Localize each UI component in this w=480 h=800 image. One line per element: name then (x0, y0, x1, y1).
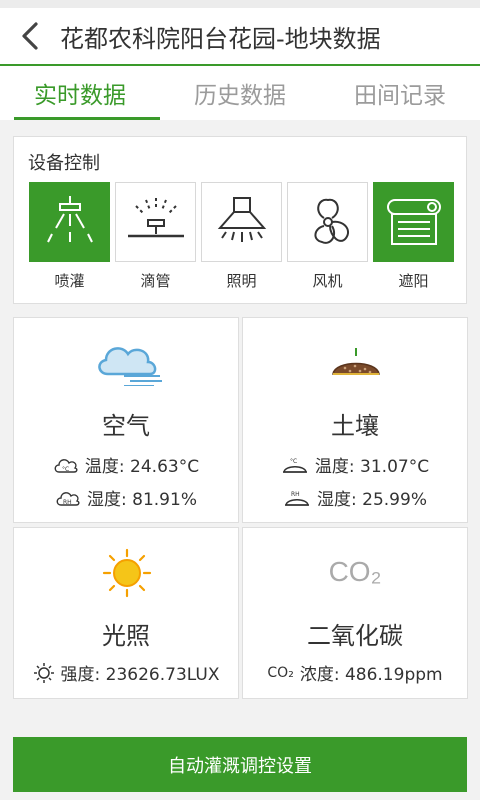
sensor-name: 空气 (102, 412, 150, 440)
tab-realtime-data[interactable]: 实时数据 (0, 66, 160, 120)
section-title: 设备控制 (28, 153, 100, 174)
co2-concentration-value: 浓度: 486.19ppm (299, 665, 443, 685)
co2-icon: CO₂ (328, 556, 382, 587)
page-title: 花都农科院阳台花园-地块数据 (60, 24, 381, 53)
app-header: 花都农科院阳台花园-地块数据 (0, 8, 480, 64)
air-humidity-value: 湿度: 81.91% (87, 490, 197, 510)
tab-history-data[interactable]: 历史数据 (160, 66, 320, 120)
device-sunshade[interactable]: 遮阳 (373, 182, 454, 291)
sensor-name: 土壤 (331, 412, 379, 440)
tab-field-records[interactable]: 田间记录 (320, 66, 480, 120)
soil-temperature-icon: °C (282, 458, 307, 473)
light-intensity: 强度: 23626.73LUX (14, 660, 238, 685)
device-drip-button[interactable] (115, 182, 196, 262)
svg-text:RH: RH (63, 499, 72, 506)
soil-icon (332, 348, 380, 375)
back-arrow-icon (22, 22, 38, 50)
device-sprinkler-button[interactable] (29, 182, 110, 262)
status-bar (0, 0, 480, 8)
sprinkler-icon (46, 196, 93, 243)
soil-humidity-value: 湿度: 25.99% (317, 490, 427, 510)
svg-text:°C: °C (290, 458, 297, 465)
lamp-icon (217, 197, 266, 242)
device-control-panel: 设备控制 喷灌 滴管 照明 风机 遮阳 (13, 136, 467, 304)
device-label: 照明 (226, 272, 257, 290)
drip-irrigation-icon (127, 198, 184, 238)
air-sensor-card: 空气 °C 温度: 24.63°C RH 湿度: 81.91% (13, 317, 239, 523)
tab-bar: 实时数据 历史数据 田间记录 (0, 66, 480, 120)
soil-sensor-card: 土壤 °C 温度: 31.07°C RH 湿度: 25.99% (242, 317, 468, 523)
cloud-wind-icon (98, 347, 162, 386)
cloud-humidity-icon: RH (56, 491, 80, 506)
sensor-name: 光照 (102, 622, 150, 650)
device-fan[interactable]: 风机 (287, 182, 368, 291)
device-label: 滴管 (140, 272, 171, 290)
device-fan-button[interactable] (287, 182, 368, 262)
air-temperature: °C 温度: 24.63°C (14, 452, 238, 477)
light-sensor-card: 光照 强度: 23626.73LUX (13, 527, 239, 699)
device-lighting[interactable]: 照明 (201, 182, 282, 291)
sun-icon (102, 548, 152, 598)
co2-sensor-card: CO₂ 二氧化碳 CO₂ 浓度: 486.19ppm (242, 527, 468, 699)
fan-icon (314, 198, 349, 244)
device-drip[interactable]: 滴管 (115, 182, 196, 291)
svg-text:RH: RH (291, 491, 300, 498)
light-intensity-value: 强度: 23626.73LUX (60, 665, 220, 685)
co2-concentration: CO₂ 浓度: 486.19ppm (243, 660, 467, 686)
soil-humidity: RH 湿度: 25.99% (243, 485, 467, 510)
soil-humidity-icon: RH (285, 491, 310, 506)
soil-temperature-value: 温度: 31.07°C (314, 457, 430, 477)
device-sunshade-button[interactable] (373, 182, 454, 262)
co2-small-icon: CO₂ (267, 664, 294, 681)
air-temperature-value: 温度: 24.63°C (84, 457, 200, 477)
device-label: 风机 (312, 272, 343, 290)
soil-temperature: °C 温度: 31.07°C (243, 452, 467, 477)
auto-irrigation-settings-button[interactable]: 自动灌溉调控设置 (13, 737, 467, 792)
sensor-name: 二氧化碳 (307, 622, 403, 650)
air-humidity: RH 湿度: 81.91% (14, 485, 238, 510)
device-lighting-button[interactable] (201, 182, 282, 262)
cloud-temperature-icon: °C (54, 458, 78, 473)
sun-outline-icon (33, 662, 54, 683)
device-label: 喷灌 (54, 272, 85, 290)
device-label: 遮阳 (398, 272, 429, 290)
sunshade-icon (386, 199, 441, 245)
back-button[interactable] (0, 8, 60, 64)
svg-text:°C: °C (62, 466, 69, 473)
device-sprinkler[interactable]: 喷灌 (29, 182, 110, 291)
